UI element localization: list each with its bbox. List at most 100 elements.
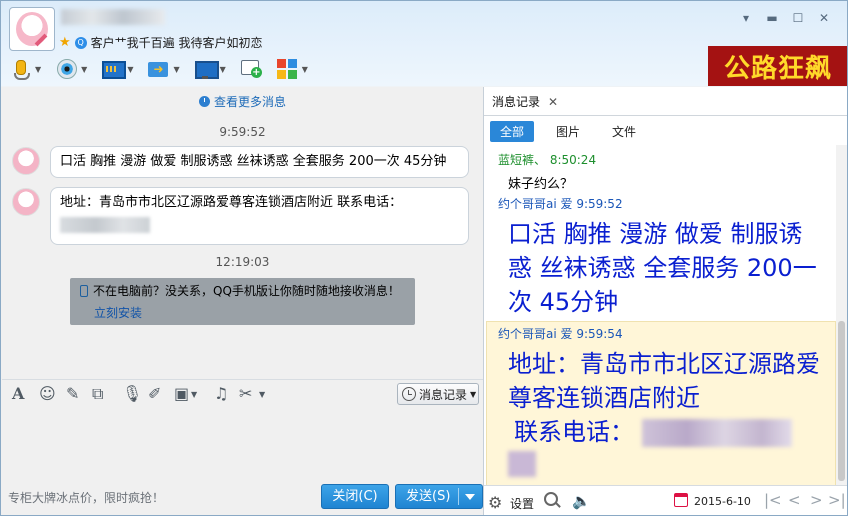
chat-plus-icon bbox=[240, 58, 262, 80]
edit-icon[interactable]: ✐ bbox=[148, 384, 161, 403]
chevron-down-icon[interactable]: ▼ bbox=[81, 65, 87, 74]
screenshot-icon[interactable]: ✂ bbox=[239, 384, 252, 403]
gear-icon[interactable]: ⚙ bbox=[488, 493, 502, 512]
chevron-down-icon[interactable]: ▼ bbox=[259, 390, 265, 399]
history-phone-label: 联系电话： bbox=[514, 418, 634, 446]
sender-avatar[interactable] bbox=[12, 147, 40, 175]
close-icon[interactable]: ✕ bbox=[811, 9, 837, 27]
chevron-down-icon: ▼ bbox=[470, 389, 477, 399]
emoji-icon[interactable]: ☺ bbox=[39, 384, 56, 403]
signature-row: ★ Q 客户艹我千百遍 我待客户如初恋 bbox=[59, 34, 262, 51]
filter-images[interactable]: 图片 bbox=[546, 121, 590, 142]
chevron-down-icon[interactable]: ▼ bbox=[220, 65, 226, 74]
music-icon[interactable]: ♫ bbox=[214, 384, 228, 403]
first-page-icon[interactable]: |< bbox=[764, 491, 782, 509]
redacted-fragment bbox=[508, 451, 536, 477]
camera-icon bbox=[55, 58, 78, 80]
minimize-icon[interactable]: ▬ bbox=[759, 9, 785, 27]
gif-icon[interactable]: ⧉ bbox=[92, 384, 103, 404]
message-timestamp: 9:59:52 bbox=[219, 125, 266, 139]
monitor-icon bbox=[194, 58, 219, 80]
contact-avatar[interactable] bbox=[9, 7, 55, 51]
voice-message-icon[interactable]: 🎙 bbox=[122, 384, 142, 403]
message-timestamp: 12:19:03 bbox=[215, 255, 270, 269]
presentation-icon bbox=[101, 58, 127, 80]
message-history-button[interactable]: 消息记录 ▼ bbox=[397, 383, 479, 405]
contact-name-redacted bbox=[61, 9, 165, 25]
phone-number-redacted bbox=[641, 419, 792, 447]
filter-all[interactable]: 全部 bbox=[490, 121, 535, 142]
remote-desktop-button[interactable]: ▼ bbox=[194, 58, 226, 80]
message-bubble: 地址：青岛市市北区辽源路爱尊客连锁酒店附近 联系电话： bbox=[50, 187, 469, 245]
chevron-down-icon[interactable]: ▼ bbox=[127, 65, 133, 74]
chevron-down-icon[interactable]: ▼ bbox=[35, 65, 41, 74]
chat-message-area[interactable]: 查看更多消息 9:59:52 口活 胸推 漫游 做爱 制服诱惑 丝袜诱惑 全套服… bbox=[2, 87, 483, 379]
tab-message-history[interactable]: 消息记录 ✕ bbox=[492, 93, 558, 110]
folder-send-icon bbox=[147, 58, 169, 80]
menu-dropdown-icon[interactable]: ▾ bbox=[733, 9, 759, 27]
font-icon[interactable]: A bbox=[12, 384, 24, 403]
qq-status-icon: Q bbox=[74, 36, 87, 49]
shake-icon[interactable]: ✎ bbox=[66, 384, 79, 403]
clock-icon bbox=[198, 96, 210, 107]
message-history-panel: 消息记录 ✕ 全部 图片 文件 蓝短裤、 8:50:24 妹子约么？ 约个哥哥ai… bbox=[484, 87, 847, 515]
history-sender: 约个哥哥ai 爱 9:59:52 bbox=[498, 197, 623, 211]
tab-divider bbox=[484, 115, 847, 116]
sender-avatar[interactable] bbox=[12, 188, 40, 216]
maximize-icon[interactable]: ☐ bbox=[785, 9, 811, 27]
install-now-link[interactable]: 立刻安装 bbox=[94, 304, 405, 321]
history-filter-tabs: 全部 图片 文件 bbox=[490, 121, 646, 142]
speaker-icon[interactable]: 🔈 bbox=[572, 492, 591, 510]
history-clock-icon bbox=[402, 387, 416, 401]
view-more-messages-label: 查看更多消息 bbox=[213, 95, 286, 109]
scrollbar-thumb[interactable] bbox=[838, 321, 845, 481]
send-options-chevron-icon[interactable] bbox=[465, 494, 475, 500]
message-bubble: 口活 胸推 漫游 做爱 制服诱惑 丝袜诱惑 全套服务 200一次 45分钟 bbox=[50, 146, 469, 178]
send-label: 发送(S) bbox=[406, 489, 451, 504]
prev-page-icon[interactable]: < bbox=[788, 491, 801, 509]
chevron-down-icon[interactable]: ▼ bbox=[302, 65, 308, 74]
history-message-list[interactable]: 蓝短裤、 8:50:24 妹子约么？ 约个哥哥ai 爱 9:59:52 口活 胸… bbox=[484, 145, 836, 485]
image-icon[interactable]: ▣ bbox=[174, 384, 189, 403]
send-button[interactable]: 发送(S) bbox=[395, 484, 483, 509]
history-sender: 约个哥哥ai 爱 9:59:54 bbox=[498, 327, 623, 341]
ad-link[interactable]: 专柜大牌冰点价，限时疯抢！ bbox=[8, 489, 164, 506]
contact-signature: 客户艹我千百遍 我待客户如初恋 bbox=[90, 36, 263, 50]
close-button[interactable]: 关闭(C) bbox=[321, 484, 389, 509]
filter-files[interactable]: 文件 bbox=[602, 121, 646, 142]
message-input[interactable] bbox=[2, 407, 483, 481]
window-controls: ▾ ▬ ☐ ✕ bbox=[733, 9, 837, 27]
history-message-text: 妹子约么？ bbox=[508, 177, 574, 192]
send-file-button[interactable]: ▼ bbox=[147, 58, 180, 80]
video-call-button[interactable]: ▼ bbox=[55, 58, 87, 80]
last-page-icon[interactable]: >| bbox=[828, 491, 846, 509]
notice-text: 不在电脑前？没关系，QQ手机版让你随时随地接收消息！ bbox=[93, 284, 400, 298]
presentation-button[interactable]: ▼ bbox=[101, 58, 133, 80]
settings-label[interactable]: 设置 bbox=[510, 495, 534, 512]
apps-grid-icon bbox=[276, 58, 298, 80]
chevron-down-icon[interactable]: ▼ bbox=[191, 390, 197, 399]
close-tab-icon[interactable]: ✕ bbox=[548, 95, 558, 109]
history-address: 地址：青岛市市北区辽源路爱尊客连锁酒店附近 bbox=[508, 350, 820, 412]
next-page-icon[interactable]: > bbox=[810, 491, 823, 509]
history-sender: 蓝短裤、 8:50:24 bbox=[498, 153, 597, 167]
history-date: 2015-6-10 bbox=[694, 495, 751, 508]
view-more-messages-link[interactable]: 查看更多消息 bbox=[2, 93, 483, 110]
input-bottom-bar: 专柜大牌冰点价，限时疯抢！ 关闭(C) 发送(S) bbox=[2, 481, 483, 515]
mobile-qq-notice: 不在电脑前？没关系，QQ手机版让你随时随地接收消息！ 立刻安装 bbox=[70, 278, 415, 325]
banner-logo[interactable]: 公路狂飙 bbox=[708, 46, 847, 86]
send-divider bbox=[458, 488, 459, 505]
search-icon[interactable] bbox=[544, 492, 558, 506]
chevron-down-icon[interactable]: ▼ bbox=[173, 65, 179, 74]
history-scrollbar[interactable] bbox=[836, 145, 847, 485]
microphone-icon bbox=[9, 58, 31, 80]
avatar-face bbox=[16, 12, 48, 46]
calendar-icon[interactable] bbox=[674, 493, 688, 507]
tab-message-history-label: 消息记录 bbox=[492, 95, 541, 109]
create-group-button[interactable] bbox=[240, 58, 262, 80]
apps-button[interactable]: ▼ bbox=[276, 58, 308, 80]
history-bottom-bar: ⚙ 设置 🔈 2015-6-10 |< < > >| bbox=[484, 485, 847, 515]
input-toolbar: A ☺ ✎ ⧉ 🎙 ✐ ▣ ▼ ♫ ✂ ▼ 消息记录 ▼ bbox=[2, 379, 483, 407]
voice-call-button[interactable]: ▼ bbox=[9, 58, 41, 80]
star-icon: ★ bbox=[59, 35, 71, 50]
